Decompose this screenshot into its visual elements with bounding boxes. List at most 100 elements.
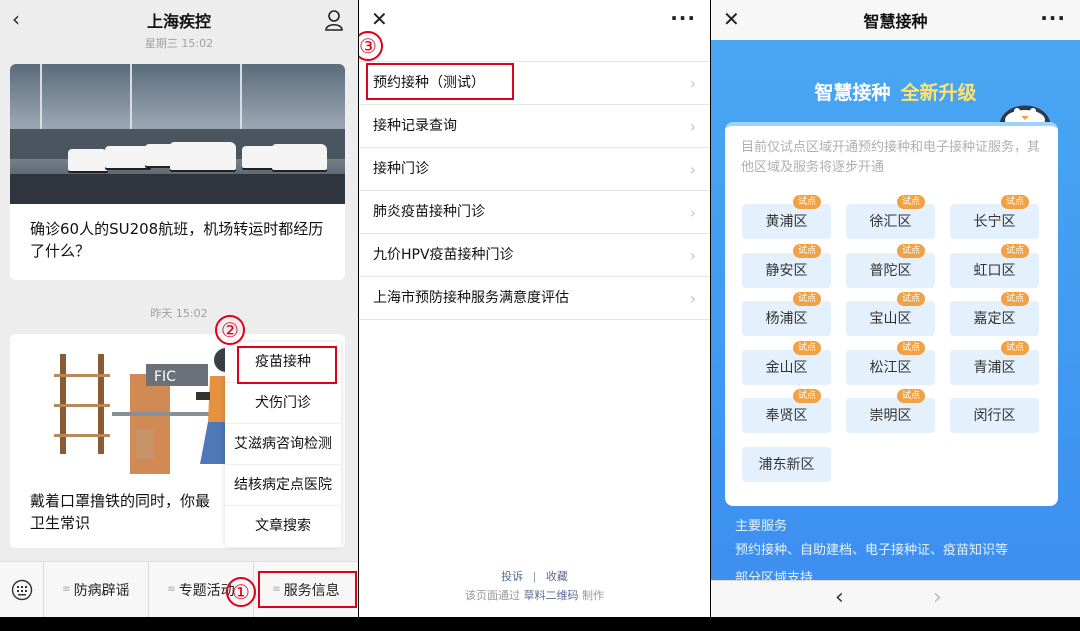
smart-vaccination-panel: ✕ 智慧接种 ··· 智慧接种 全新升级 目前仅试点区域开通预约接种和电子接种证服…	[711, 0, 1080, 617]
step-marker-2: ②	[215, 315, 245, 345]
district-label: 崇明区	[869, 408, 912, 424]
nav-forward-icon[interactable]: ›	[933, 585, 942, 610]
menu-aids-testing[interactable]: 艾滋病咨询检测	[225, 424, 341, 465]
pilot-badge: 试点	[896, 340, 925, 355]
district-button[interactable]: 杨浦区 试点	[742, 292, 831, 336]
pilot-badge: 试点	[792, 243, 821, 258]
pilot-badge: 试点	[1000, 292, 1029, 306]
airport-photo	[10, 64, 345, 204]
list-item-clinics[interactable]: 接种门诊 ›	[359, 148, 710, 191]
district-label: 青浦区	[973, 359, 1016, 376]
chevron-right-icon: ›	[689, 203, 696, 222]
footer-credit: 该页面通过 草料二维码 制作	[359, 587, 710, 603]
district-button[interactable]: 青浦区 试点	[950, 340, 1039, 385]
district-label: 静安区	[765, 262, 808, 279]
district-label: 嘉定区	[973, 311, 1016, 327]
list-item-hpv[interactable]: 九价HPV疫苗接种门诊 ›	[359, 234, 710, 277]
district-button[interactable]: 普陀区 试点	[846, 243, 935, 288]
pilot-badge: 试点	[1000, 340, 1029, 355]
district-label: 闵行区	[973, 408, 1016, 424]
page-title: 智慧接种	[863, 12, 928, 31]
article-2-title-line2: 卫生常识	[30, 514, 91, 532]
district-label: 松江区	[869, 359, 912, 376]
district-label: 金山区	[765, 359, 808, 376]
favorite-link[interactable]: 收藏	[546, 570, 568, 583]
district-button[interactable]: 徐汇区 试点	[846, 195, 935, 239]
tab-rumor-debunk[interactable]: ≡ 防病辟谣	[44, 561, 149, 617]
service-list-header: ✕ ···	[359, 0, 710, 40]
district-button[interactable]: 松江区 试点	[846, 340, 935, 385]
menu-dog-bite-clinic[interactable]: 犬伤门诊	[225, 383, 341, 424]
complain-link[interactable]: 投诉	[501, 570, 523, 583]
back-icon[interactable]: ‹	[12, 7, 20, 31]
wechat-account-panel: ‹ 上海疾控 星期三 15:02 确诊60人的SU208航班，机场转运时都经历了…	[0, 0, 358, 617]
service-list-panel: ✕ ··· 预约接种（测试） › 接种记录查询 › 接种门诊 › 肺炎疫苗接种门诊 › …	[359, 0, 710, 617]
district-button[interactable]: 黄浦区 试点	[742, 195, 831, 239]
services-heading: 主要服务	[735, 519, 788, 534]
district-button[interactable]: 宝山区 试点	[846, 292, 935, 336]
district-button[interactable]: 浦东新区	[742, 446, 831, 482]
article-card-1[interactable]: 确诊60人的SU208航班，机场转运时都经历了什么？	[10, 64, 345, 280]
pilot-badge: 试点	[792, 340, 821, 355]
more-icon[interactable]: ···	[1040, 6, 1066, 30]
pilot-badge: 试点	[792, 195, 821, 209]
district-label: 宝山区	[869, 311, 912, 327]
services-description: 预约接种、自助建档、电子接种证、疫苗知识等	[735, 543, 1009, 558]
qrcode-tool-link[interactable]: 草料二维码	[524, 589, 579, 602]
chevron-right-icon: ›	[689, 74, 696, 93]
menu-article-search[interactable]: 文章搜索	[225, 506, 341, 547]
pilot-badge: 试点	[1000, 195, 1029, 209]
district-button[interactable]: 静安区 试点	[742, 243, 831, 288]
highlight-booking	[366, 63, 514, 100]
smart-vaccination-header: ✕ 智慧接种 ···	[711, 0, 1080, 40]
district-label: 虹口区	[973, 262, 1016, 279]
keyboard-icon[interactable]	[0, 561, 44, 617]
more-icon[interactable]: ···	[670, 6, 696, 30]
pilot-badge: 试点	[896, 195, 925, 209]
footer-separator: |	[532, 570, 537, 583]
district-label: 徐汇区	[869, 214, 912, 230]
district-label: 杨浦区	[765, 311, 808, 327]
article-1-title: 确诊60人的SU208航班，机场转运时都经历了什么？	[30, 220, 324, 260]
person-icon[interactable]	[324, 9, 344, 31]
close-icon[interactable]: ✕	[371, 7, 388, 31]
pilot-badge: 试点	[792, 292, 821, 306]
district-button[interactable]: 奉贤区 试点	[742, 389, 831, 433]
list-item-label: 肺炎疫苗接种门诊	[373, 204, 485, 220]
list-item-pneumonia[interactable]: 肺炎疫苗接种门诊 ›	[359, 191, 710, 234]
account-header: ‹ 上海疾控	[0, 0, 358, 40]
menu-tb-hospitals[interactable]: 结核病定点医院	[225, 465, 341, 506]
article-2-title: 戴着口罩撸铁的同时，你最	[30, 492, 211, 510]
browser-nav-bar: ‹ ›	[711, 580, 1080, 617]
district-button[interactable]: 嘉定区 试点	[950, 292, 1039, 336]
timestamp-mid: 昨天 15:02	[150, 307, 208, 320]
tab-rumor-debunk-label: 防病辟谣	[73, 582, 130, 599]
district-label: 长宁区	[973, 214, 1016, 230]
pilot-badge: 试点	[1000, 243, 1029, 258]
list-item-label: 上海市预防接种服务满意度评估	[373, 290, 569, 306]
close-icon[interactable]: ✕	[723, 7, 740, 31]
screenshot-composite: ‹ 上海疾控 星期三 15:02 确诊60人的SU208航班，机场转运时都经历了…	[0, 0, 1080, 631]
chevron-right-icon: ›	[689, 289, 696, 308]
illus-sign-text: FIC	[154, 369, 176, 385]
chevron-right-icon: ›	[689, 117, 696, 136]
hero-main: 智慧接种	[814, 82, 891, 104]
footer-links: 投诉 | 收藏	[359, 568, 710, 584]
district-button[interactable]: 长宁区 试点	[950, 195, 1039, 239]
list-item-records[interactable]: 接种记录查询 ›	[359, 105, 710, 148]
pilot-badge: 试点	[896, 292, 925, 306]
highlight-service-info	[258, 571, 357, 608]
district-button[interactable]: 金山区 试点	[742, 340, 831, 385]
step-marker-1: ①	[226, 577, 256, 607]
district-button[interactable]: 虹口区 试点	[950, 243, 1039, 288]
list-item-survey[interactable]: 上海市预防接种服务满意度评估 ›	[359, 277, 710, 320]
pilot-badge: 试点	[896, 243, 925, 258]
footer-credit-prefix: 该页面通过	[465, 589, 520, 602]
hero-accent: 全新升级	[900, 82, 977, 104]
bottom-border	[0, 617, 1080, 631]
district-button[interactable]: 崇明区 试点	[846, 389, 935, 433]
district-button[interactable]: 闵行区	[950, 398, 1039, 433]
pilot-notice: 目前仅试点区域开通预约接种和电子接种证服务，其他区域及服务将逐步开通	[741, 140, 1041, 175]
nav-back-icon[interactable]: ‹	[835, 585, 844, 610]
district-label: 黄浦区	[765, 214, 808, 230]
